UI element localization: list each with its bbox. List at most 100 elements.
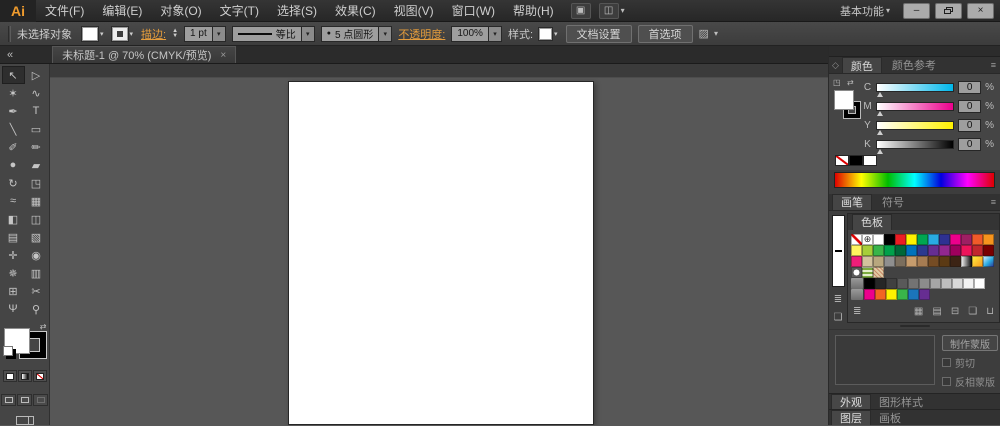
shape-builder-tool[interactable]: ◧	[2, 210, 25, 228]
slider-thumb[interactable]	[877, 130, 883, 135]
white-swatch[interactable]	[863, 155, 877, 166]
invert-mask-checkbox[interactable]	[942, 377, 951, 386]
menu-item[interactable]: 帮助(H)	[504, 0, 563, 22]
swatch[interactable]	[917, 245, 928, 256]
swatch-libraries-icon[interactable]: ≣	[853, 307, 861, 317]
menu-item[interactable]: 对象(O)	[151, 0, 210, 22]
fill-color-swatch[interactable]	[82, 27, 98, 41]
menu-item[interactable]: 窗口(W)	[443, 0, 504, 22]
tab-brushes[interactable]: 画笔	[832, 194, 872, 210]
new-color-group-icon[interactable]: ⊟	[951, 307, 959, 317]
swatch[interactable]	[862, 256, 873, 267]
default-fill-stroke-icon[interactable]	[3, 346, 13, 356]
swatch[interactable]	[908, 289, 919, 300]
free-transform-tool[interactable]: ▦	[25, 192, 48, 210]
style-caret-icon[interactable]: ▾	[552, 30, 560, 38]
eraser-tool[interactable]: ▰	[25, 156, 48, 174]
swatch[interactable]	[895, 245, 906, 256]
artboard-tool[interactable]: ⊞	[2, 282, 25, 300]
swatch[interactable]	[906, 234, 917, 245]
swatch[interactable]	[908, 278, 919, 289]
slider-thumb[interactable]	[877, 111, 883, 116]
new-brush-icon[interactable]: ❏	[834, 313, 843, 323]
swatch[interactable]	[895, 234, 906, 245]
line-segment-tool[interactable]: ╲	[2, 120, 25, 138]
fill-caret-icon[interactable]: ▾	[98, 30, 106, 38]
pencil-tool[interactable]: ✏	[25, 138, 48, 156]
clip-checkbox[interactable]	[942, 358, 951, 367]
swatch[interactable]	[873, 256, 884, 267]
swatch[interactable]	[972, 245, 983, 256]
brushes-panel-menu-icon[interactable]: ≡	[991, 197, 996, 207]
draw-behind-button[interactable]	[17, 394, 32, 406]
swatch[interactable]	[897, 278, 908, 289]
dock-collapse-icon[interactable]: ◇	[832, 60, 839, 71]
delete-swatch-icon[interactable]: ⊔	[986, 307, 994, 317]
bridge-icon[interactable]: ▣	[571, 3, 591, 19]
tab-symbols[interactable]: 符号	[874, 194, 912, 210]
mesh-tool[interactable]: ▤	[2, 228, 25, 246]
swatch-kinds-icon[interactable]: ▦	[914, 307, 923, 317]
swatch[interactable]	[939, 245, 950, 256]
stepper-down-icon[interactable]: ▼	[172, 34, 178, 39]
stroke-weight-caret-icon[interactable]: ▾	[213, 26, 226, 42]
stroke-color-swatch[interactable]	[112, 27, 128, 41]
swatch-options-icon[interactable]: ▤	[932, 307, 941, 317]
swatch[interactable]	[851, 245, 862, 256]
stroke-panel-link[interactable]: 描边:	[141, 26, 166, 42]
swatch[interactable]	[928, 234, 939, 245]
type-tool[interactable]: T	[25, 102, 48, 120]
swatch[interactable]	[950, 256, 961, 267]
swatch[interactable]	[974, 278, 985, 289]
panel-tab[interactable]: 画板	[871, 410, 909, 425]
swatch[interactable]	[972, 256, 983, 267]
color-panel-menu-icon[interactable]: ≡	[991, 60, 996, 70]
swatch[interactable]	[950, 245, 961, 256]
brush-definition-caret-icon[interactable]: ▾	[379, 26, 392, 42]
color-spectrum-bar[interactable]	[834, 172, 995, 187]
tools-collapse-icon[interactable]: «	[0, 49, 20, 63]
selection-tool[interactable]: ↖	[2, 66, 25, 84]
draw-normal-button[interactable]	[1, 394, 16, 406]
brush-libraries-icon[interactable]: ≣	[834, 295, 842, 305]
panel-tab[interactable]: 图形样式	[871, 394, 931, 409]
slider-track[interactable]	[876, 83, 954, 92]
swatch[interactable]	[862, 267, 873, 278]
lasso-tool[interactable]: ∿	[25, 84, 48, 102]
opacity-panel-link[interactable]: 不透明度:	[398, 26, 445, 42]
color-fill-stroke-proxy[interactable]: ◳ ⇄	[833, 80, 863, 140]
brush-preview-item[interactable]	[832, 215, 845, 287]
stroke-weight-field[interactable]: 1 pt	[184, 26, 213, 42]
swatch[interactable]	[906, 256, 917, 267]
draw-inside-button[interactable]	[33, 394, 48, 406]
opacity-caret-icon[interactable]: ▾	[489, 26, 502, 42]
panel-tab[interactable]: 图层	[831, 410, 871, 425]
control-bar-gripper[interactable]	[8, 26, 11, 42]
swap-colors-icon[interactable]: ⇄	[847, 78, 854, 87]
none-button[interactable]	[33, 370, 47, 382]
menu-item[interactable]: 编辑(E)	[93, 0, 151, 22]
perspective-grid-tool[interactable]: ◫	[25, 210, 48, 228]
tab-color[interactable]: 颜色	[842, 57, 882, 73]
artboard[interactable]	[288, 81, 594, 425]
swatch[interactable]	[884, 234, 895, 245]
swatch[interactable]	[917, 234, 928, 245]
document-tab-close-icon[interactable]: ×	[220, 50, 226, 61]
swatch[interactable]	[895, 256, 906, 267]
menu-item[interactable]: 选择(S)	[268, 0, 326, 22]
close-button[interactable]: ×	[967, 3, 994, 19]
color-fill-swatch[interactable]	[834, 90, 854, 110]
menu-item[interactable]: 文字(T)	[211, 0, 268, 22]
swatch[interactable]	[875, 289, 886, 300]
menu-item[interactable]: 视图(V)	[385, 0, 443, 22]
swatch[interactable]	[862, 245, 873, 256]
slider-value-field[interactable]: 0	[958, 81, 981, 94]
color-group-folder-icon[interactable]	[851, 289, 863, 300]
none-color-swatch[interactable]	[835, 155, 849, 166]
graphic-style-swatch[interactable]	[539, 28, 552, 40]
panel-tab[interactable]: 外观	[831, 394, 871, 409]
gradient-button[interactable]	[18, 370, 32, 382]
scale-tool[interactable]: ◳	[25, 174, 48, 192]
slider-value-field[interactable]: 0	[958, 138, 981, 151]
document-setup-button[interactable]: 文档设置	[566, 25, 632, 43]
